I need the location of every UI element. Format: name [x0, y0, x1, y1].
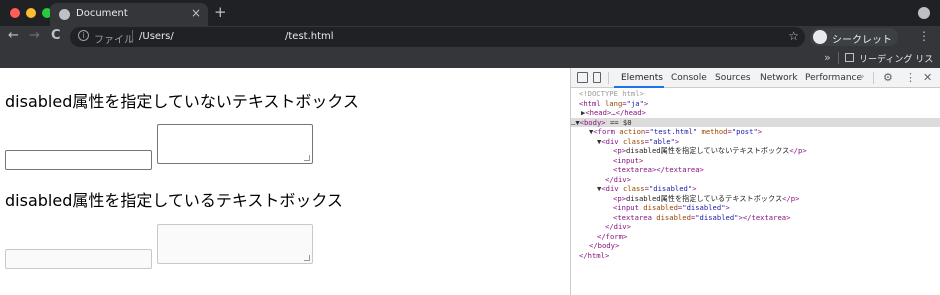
dom-line-body[interactable]: …▼<body> == $0	[571, 118, 632, 128]
resize-grip-icon	[304, 255, 310, 261]
back-button[interactable]: ←	[8, 28, 19, 43]
browser-chrome: Document × + ← → C i ファイル /Users/ /test.…	[0, 0, 940, 78]
disabled-heading: disabled属性を指定しているテキストボックス	[5, 191, 343, 210]
devtools-divider	[873, 72, 874, 84]
omnibox-divider	[132, 30, 133, 43]
tab-search-icon[interactable]	[918, 7, 930, 19]
dom-line-doctype[interactable]: <!DOCTYPE html>	[579, 89, 644, 99]
reading-list-icon[interactable]	[845, 53, 854, 62]
tab-document[interactable]: Document ×	[50, 3, 208, 26]
tab-close-button[interactable]: ×	[191, 6, 201, 20]
resize-grip-icon[interactable]	[304, 155, 310, 161]
device-toolbar-icon[interactable]	[593, 72, 601, 83]
dom-line-div-close[interactable]: </div>	[605, 175, 631, 185]
tab-sources[interactable]: Sources	[715, 73, 751, 83]
bookmarks-overflow-button[interactable]: »	[824, 51, 831, 64]
bookmark-star-icon[interactable]: ☆	[788, 29, 799, 43]
window-controls	[10, 8, 52, 18]
more-tabs-button[interactable]: »	[859, 72, 865, 82]
disabled-text-input	[5, 249, 152, 269]
dom-line-head[interactable]: ▶<head>…</head>	[581, 108, 646, 118]
dom-line-textarea-disabled[interactable]: <textarea disabled="disabled"></textarea…	[613, 213, 790, 223]
info-icon[interactable]: i	[78, 30, 89, 41]
dom-line-p-disabled[interactable]: <p>disabled属性を指定しているテキストボックス</p>	[613, 194, 799, 204]
globe-icon	[59, 9, 70, 20]
forward-button[interactable]: →	[29, 28, 40, 43]
incognito-icon	[813, 30, 827, 44]
dom-line-div-able[interactable]: ▼<div class="able">	[597, 137, 679, 147]
inspect-element-icon[interactable]	[577, 72, 588, 83]
incognito-label: シークレット	[832, 35, 892, 46]
browser-menu-button[interactable]: ⋮	[918, 29, 930, 43]
devtools-divider	[608, 72, 609, 84]
incognito-badge[interactable]: シークレット	[810, 28, 898, 46]
tab-performance[interactable]: Performance	[805, 73, 862, 83]
dom-line-input-able[interactable]: <input>	[613, 156, 643, 166]
dom-line-body-close[interactable]: </body>	[589, 241, 619, 251]
disabled-textarea	[157, 224, 313, 264]
minimize-window-button[interactable]	[26, 8, 36, 18]
bookmarks-divider	[838, 52, 839, 64]
devtools-menu-button[interactable]: ⋮	[905, 71, 916, 84]
address-bar[interactable]: i ファイル /Users/ /test.html ☆	[70, 27, 805, 47]
devtools-panel: Elements Console Sources Network Perform…	[570, 68, 940, 295]
devtools-toolbar: Elements Console Sources Network Perform…	[571, 68, 940, 88]
scheme-label: ファイル	[94, 35, 134, 46]
reload-button[interactable]: C	[51, 28, 61, 43]
url-path-end: /test.html	[285, 31, 334, 42]
dom-line-form-close[interactable]: </form>	[597, 232, 627, 242]
dom-line-div-close[interactable]: </div>	[605, 222, 631, 232]
able-text-input[interactable]	[5, 150, 152, 170]
able-heading: disabled属性を指定していないテキストボックス	[5, 92, 359, 111]
dom-line-input-disabled[interactable]: <input disabled="disabled">	[613, 203, 730, 213]
tab-elements[interactable]: Elements	[621, 73, 663, 83]
dom-line-textarea-able[interactable]: <textarea></textarea>	[613, 165, 704, 175]
tab-title: Document	[76, 8, 128, 19]
browser-toolbar: ← → C i ファイル /Users/ /test.html ☆ シークレット…	[0, 26, 940, 48]
close-window-button[interactable]	[10, 8, 20, 18]
dom-line-form[interactable]: ▼<form action="test.html" method="post">	[589, 127, 762, 137]
bookmarks-bar: » リーディング リスト	[0, 48, 940, 78]
dom-line-html[interactable]: <html lang="ja">	[579, 99, 648, 109]
dom-line-html-close[interactable]: </html>	[579, 251, 609, 261]
url-path-start: /Users/	[139, 31, 174, 42]
able-textarea[interactable]	[157, 124, 313, 164]
close-devtools-button[interactable]: ✕	[923, 71, 932, 84]
active-tab-indicator	[614, 86, 664, 88]
tab-console[interactable]: Console	[671, 73, 707, 83]
dom-line-p-able[interactable]: <p>disabled属性を指定していないテキストボックス</p>	[613, 146, 807, 156]
tab-strip: Document × +	[0, 0, 940, 26]
tab-network[interactable]: Network	[760, 73, 798, 83]
gear-icon[interactable]: ⚙	[883, 71, 893, 84]
dom-line-div-disabled[interactable]: ▼<div class="disabled">	[597, 184, 697, 194]
page-viewport: disabled属性を指定していないテキストボックス disabled属性を指定…	[0, 68, 570, 295]
new-tab-button[interactable]: +	[214, 3, 227, 21]
